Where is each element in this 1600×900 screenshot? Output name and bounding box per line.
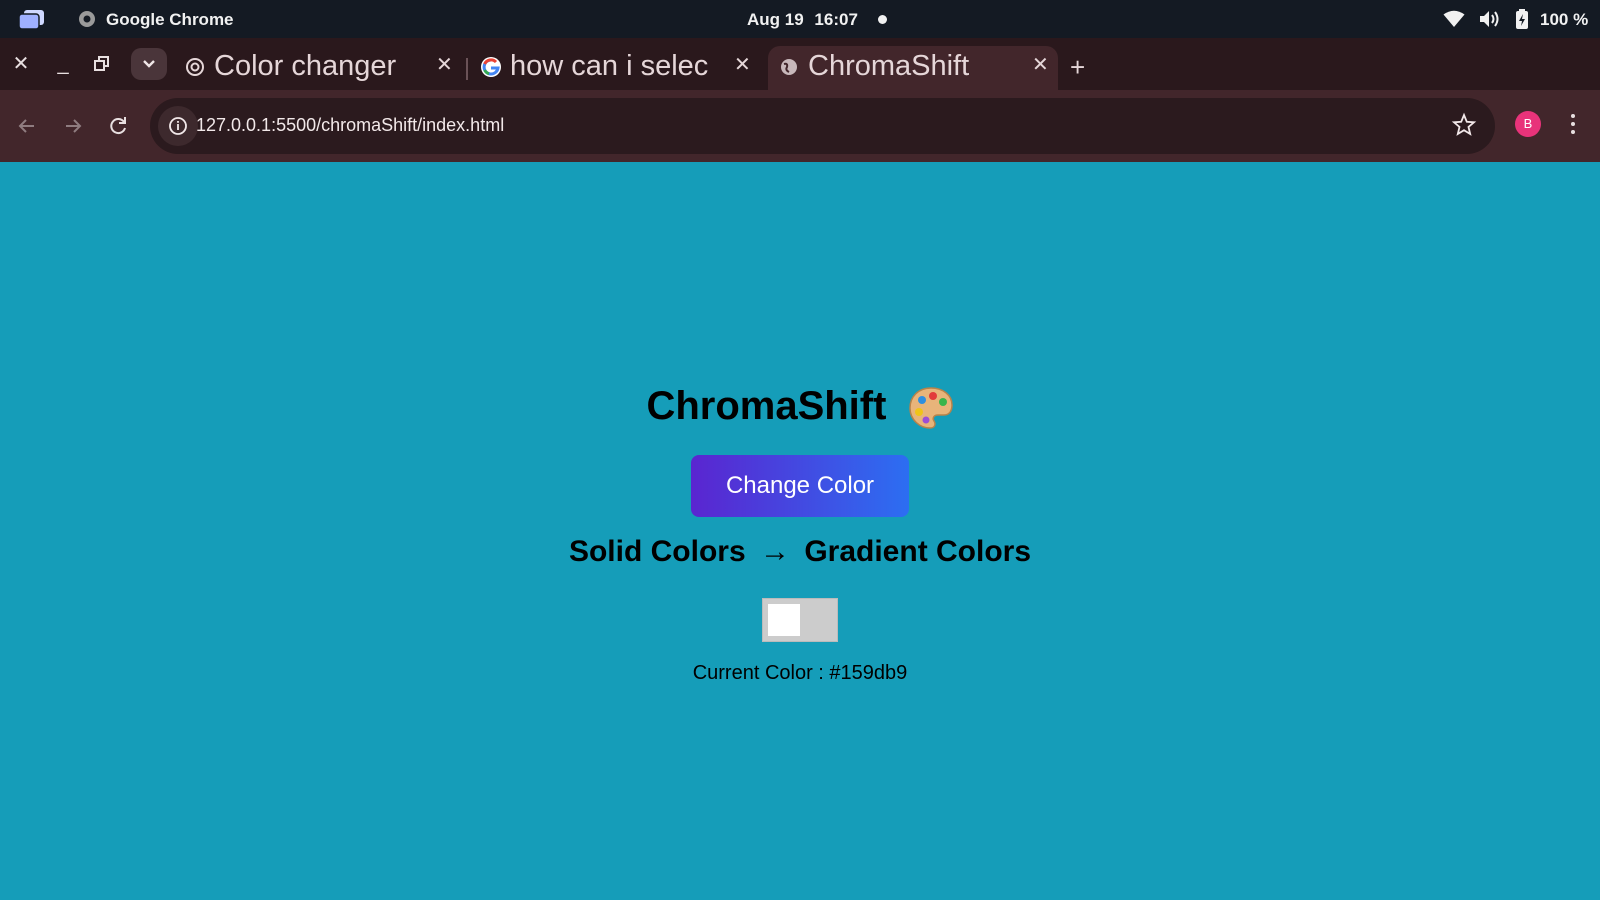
gradient-toggle[interactable] — [762, 598, 838, 642]
palette-icon — [908, 387, 953, 430]
chevron-down-icon — [143, 60, 155, 68]
url-text[interactable]: 127.0.0.1:5500/chromaShift/index.html — [196, 115, 504, 136]
close-tab-icon[interactable]: ✕ — [436, 52, 453, 77]
change-color-button[interactable]: Change Color — [691, 455, 909, 517]
bookmark-star-icon[interactable] — [1451, 112, 1477, 138]
wifi-icon[interactable] — [1443, 10, 1465, 28]
tab-title: how can i selec — [510, 50, 709, 82]
date-label: Aug 19 — [747, 10, 804, 29]
tab-color-changer[interactable]: Color changer ✕ — [174, 46, 464, 90]
tab-google-search[interactable]: how can i selec ✕ — [470, 46, 760, 90]
info-icon — [169, 117, 187, 135]
more-options-icon[interactable] — [1565, 110, 1581, 138]
site-info-button[interactable] — [158, 106, 198, 146]
page-title-text: ChromaShift — [646, 384, 887, 428]
back-icon[interactable] — [14, 112, 42, 140]
address-bar[interactable]: 127.0.0.1:5500/chromaShift/index.html — [150, 98, 1495, 154]
gradient-colors-label: Gradient Colors — [804, 535, 1032, 568]
volume-icon[interactable] — [1478, 9, 1502, 29]
minimize-window-icon[interactable]: _ — [49, 50, 77, 78]
solid-colors-label: Solid Colors — [568, 535, 746, 568]
active-app-name[interactable]: Google Chrome — [106, 10, 234, 30]
new-tab-icon[interactable]: + — [1070, 52, 1085, 83]
browser-toolbar: 127.0.0.1:5500/chromaShift/index.html B — [0, 90, 1600, 162]
mode-label: Solid Colors → Gradient Colors — [0, 535, 1600, 569]
page-title: ChromaShift — [0, 384, 1600, 430]
google-icon — [481, 57, 501, 77]
forward-icon[interactable] — [58, 112, 86, 140]
profile-avatar[interactable]: B — [1515, 111, 1541, 137]
restore-window-icon[interactable] — [92, 54, 112, 74]
tab-separator — [466, 58, 468, 80]
clock[interactable]: Aug 19 16:07 — [747, 10, 864, 30]
chrome-app-icon — [79, 11, 95, 27]
activities-icon[interactable] — [18, 9, 46, 31]
battery-icon[interactable] — [1515, 9, 1529, 29]
notification-dot — [878, 15, 887, 24]
tab-title: ChromaShift — [808, 50, 970, 82]
tab-title: Color changer — [214, 50, 397, 82]
tab-chromashift[interactable]: ChromaShift ✕ — [768, 46, 1058, 90]
page-viewport: ChromaShift Change Color Solid Colors → … — [0, 162, 1600, 900]
current-color-label: Current Color : #159db9 — [692, 662, 908, 684]
time-label: 16:07 — [814, 10, 858, 29]
close-window-icon[interactable]: ✕ — [7, 50, 35, 78]
toggle-knob — [768, 604, 800, 636]
globe-icon — [781, 59, 797, 75]
reload-icon[interactable] — [104, 112, 132, 140]
tab-strip: ✕ _ Color changer ✕ how can i selec ✕ Ch… — [0, 38, 1600, 90]
openai-icon — [186, 58, 204, 76]
tab-search-button[interactable] — [131, 48, 167, 80]
system-top-bar: Google Chrome Aug 19 16:07 100 % — [0, 0, 1600, 38]
close-tab-icon[interactable]: ✕ — [734, 52, 751, 77]
battery-percent: 100 % — [1540, 10, 1589, 29]
close-tab-icon[interactable]: ✕ — [1032, 52, 1049, 77]
arrow-right-icon: → — [759, 535, 790, 568]
